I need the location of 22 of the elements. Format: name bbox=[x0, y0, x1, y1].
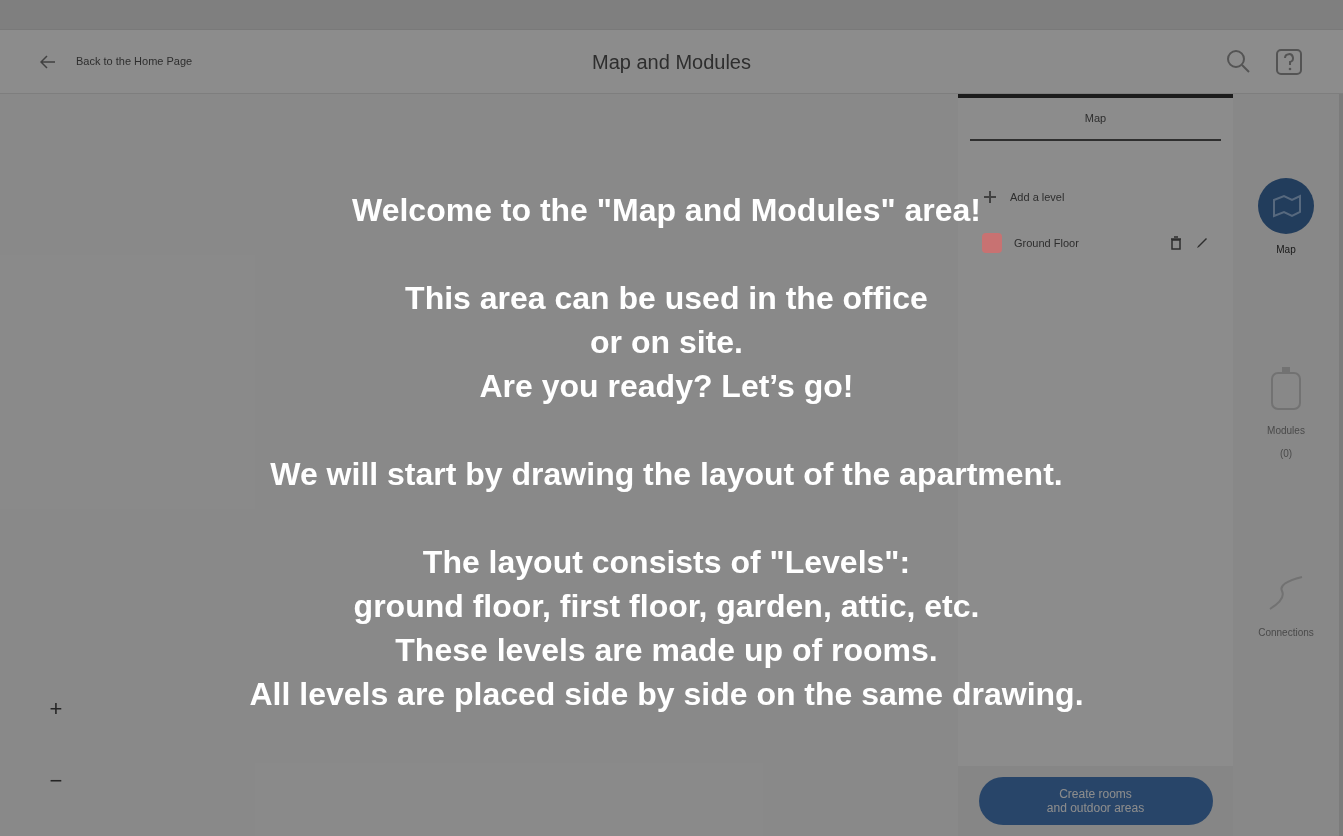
map-tab[interactable]: Map bbox=[970, 110, 1221, 141]
pencil-icon[interactable] bbox=[1195, 236, 1209, 250]
page-title: Map and Modules bbox=[591, 49, 752, 75]
add-level-button[interactable]: Add a level bbox=[982, 188, 1209, 205]
level-row[interactable]: Ground Floor bbox=[982, 233, 1209, 253]
zoom-button[interactable]: − bbox=[40, 764, 72, 796]
sidebar-item[interactable]: Map bbox=[1250, 174, 1322, 261]
zoom-button[interactable]: + bbox=[40, 692, 72, 724]
search-icon[interactable] bbox=[1225, 47, 1251, 74]
welcome-text: This area can be used in the office or on site. Are you ready? Let’s go! bbox=[405, 279, 928, 406]
back-arrow-icon bbox=[40, 54, 56, 69]
welcome-text: We will start by drawing the layout of the apartment. bbox=[270, 455, 1063, 494]
welcome-text: Welcome to the "Map and Modules" area! bbox=[352, 191, 981, 230]
sidebar-item[interactable]: Connections bbox=[1250, 565, 1322, 644]
trash-icon[interactable] bbox=[1169, 236, 1183, 250]
back-button[interactable]: Back to the Home Page bbox=[40, 53, 440, 70]
create-rooms-button[interactable]: Create rooms and outdoor areas bbox=[978, 777, 1213, 825]
plus-icon bbox=[982, 188, 998, 205]
help-icon[interactable] bbox=[1275, 47, 1303, 76]
level-name: Ground Floor bbox=[1014, 235, 1080, 251]
welcome-text: The layout consists of "Levels": ground floor, first floor, garden, attic, etc. These levels are made up of rooms. All levels are placed side by side on the same drawing. bbox=[249, 543, 1084, 714]
map-icon bbox=[1258, 178, 1314, 234]
